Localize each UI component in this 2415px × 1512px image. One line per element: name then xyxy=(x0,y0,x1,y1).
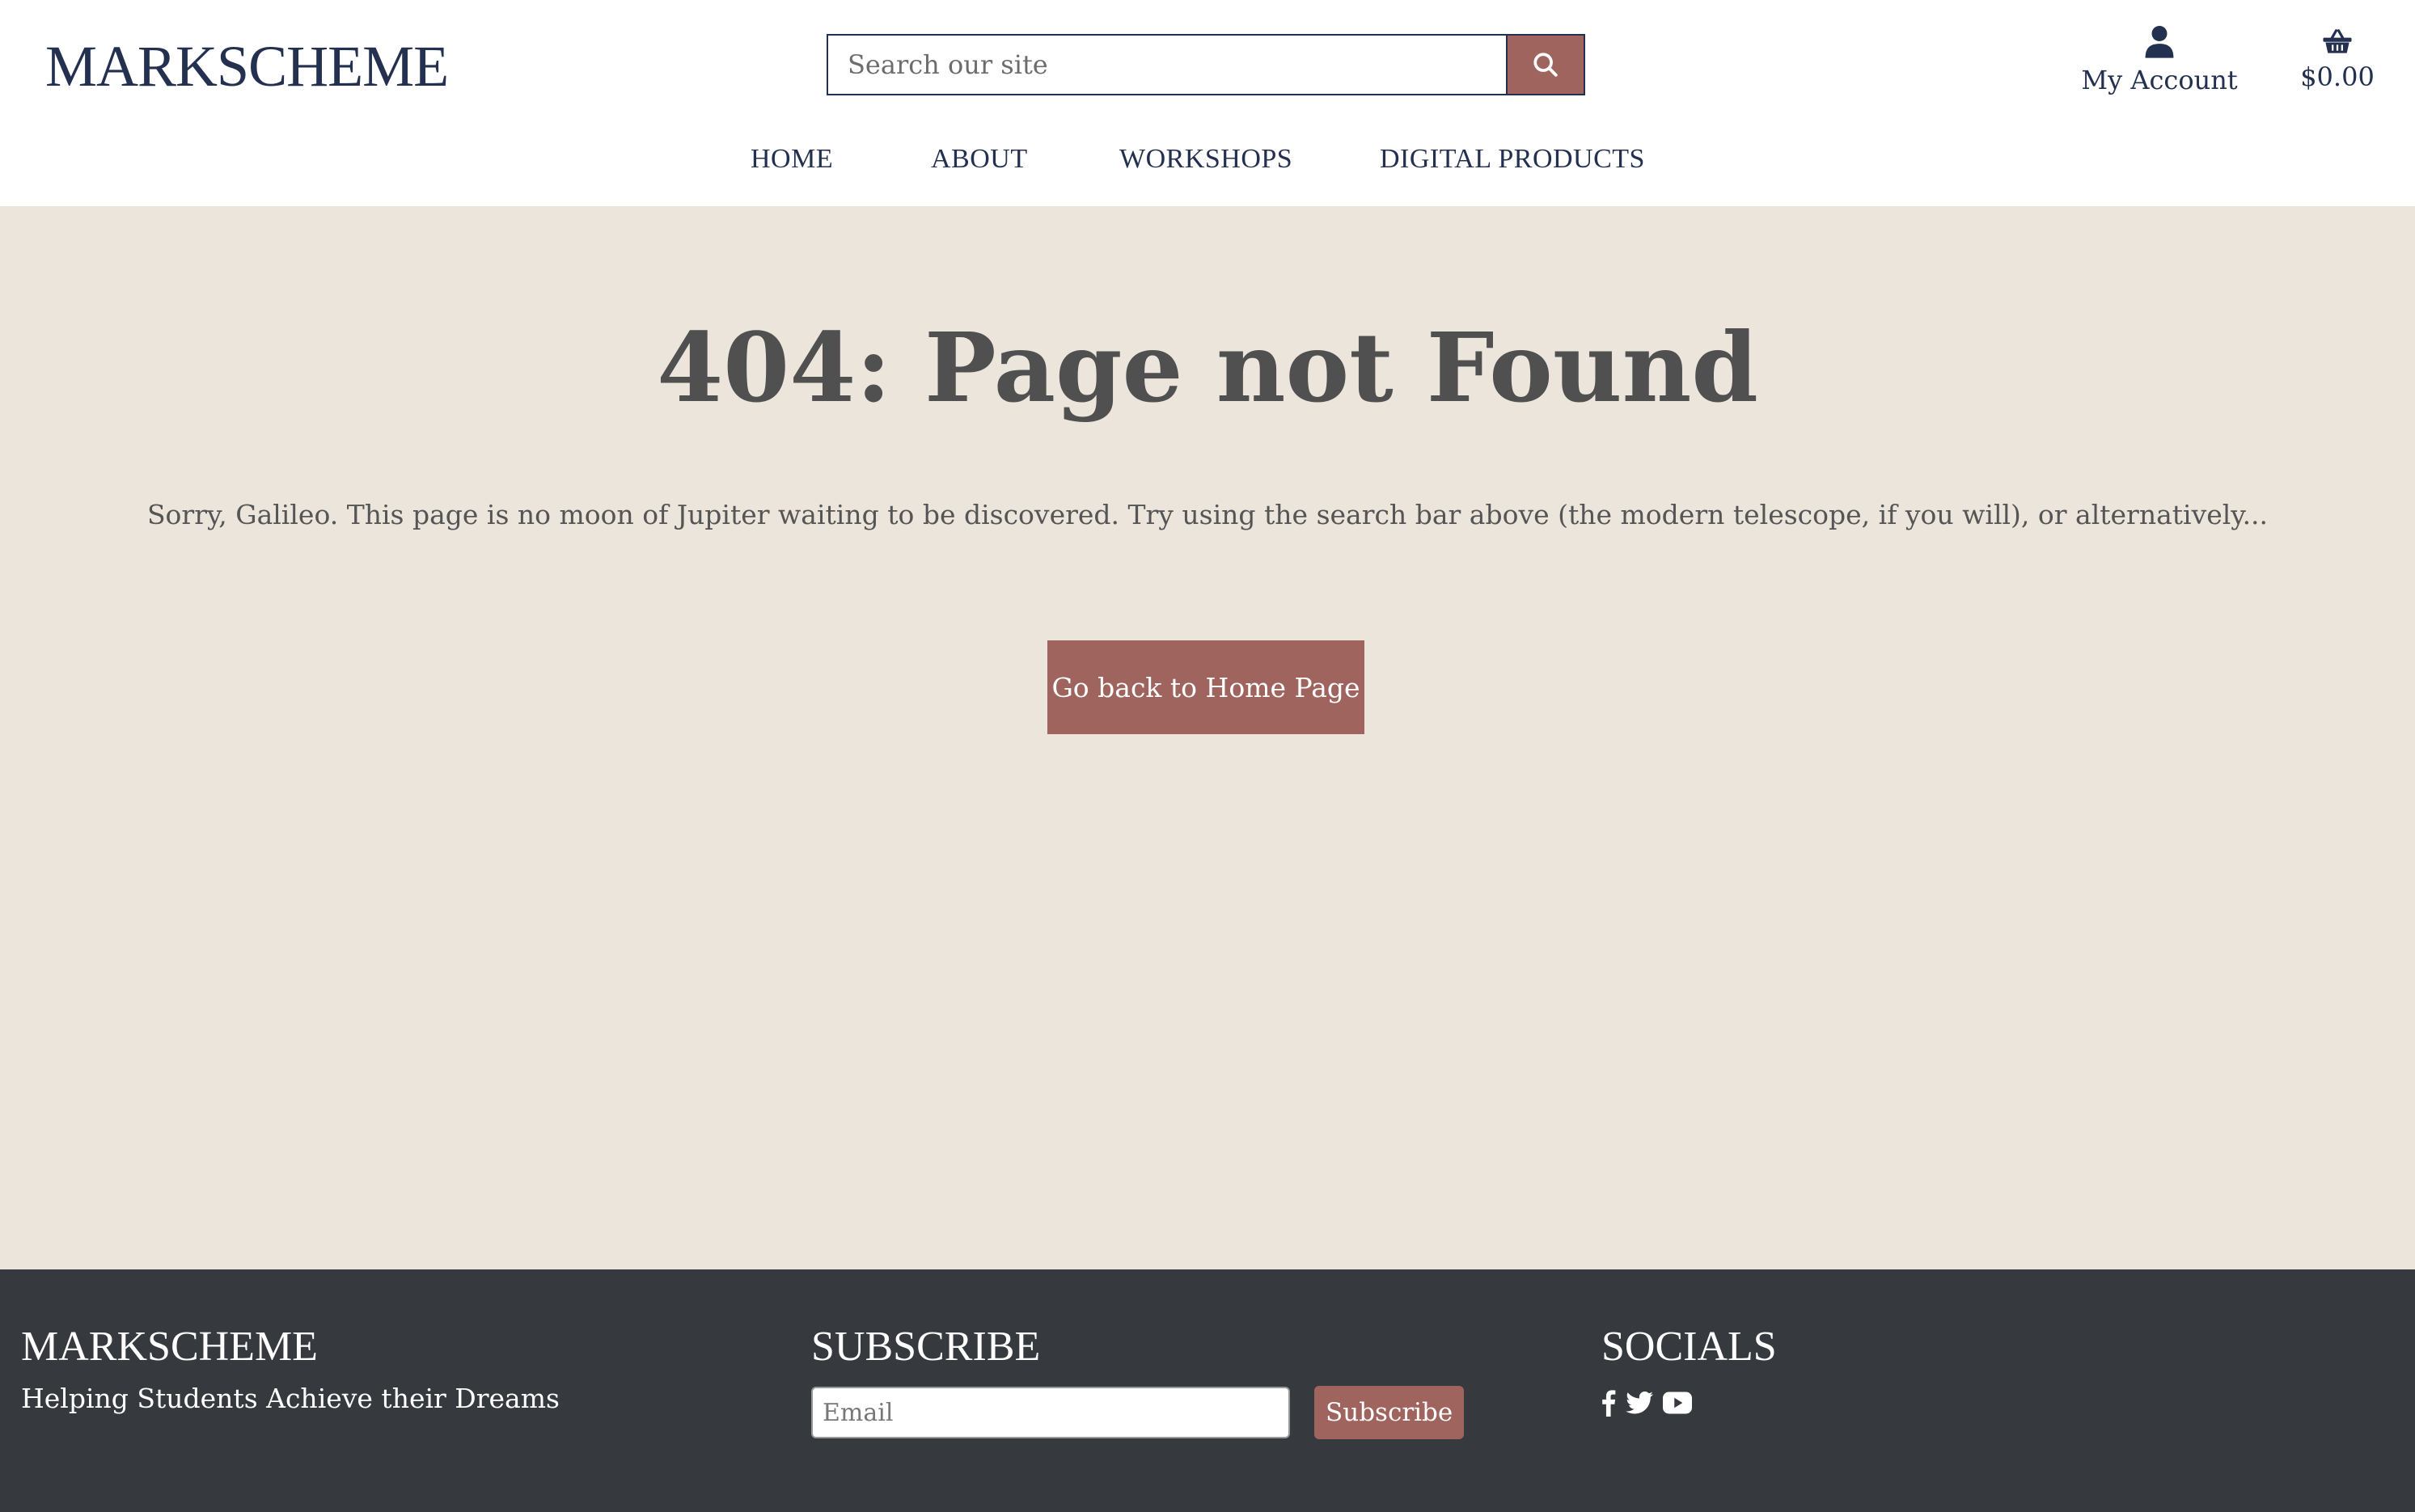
nav-workshops[interactable]: WORKSHOPS xyxy=(1119,144,1292,175)
subscribe-form: Subscribe xyxy=(811,1386,1465,1439)
social-links xyxy=(1601,1389,1777,1417)
nav-home[interactable]: HOME xyxy=(751,144,833,175)
search-icon xyxy=(1533,53,1558,77)
search-button[interactable] xyxy=(1506,34,1585,95)
error-message: Sorry, Galileo. This page is no moon of … xyxy=(146,499,2269,530)
footer-socials-section: SOCIALS xyxy=(1601,1323,1777,1417)
basket-icon xyxy=(2323,29,2352,53)
cart-total: $0.00 xyxy=(2300,61,2375,92)
search-input[interactable] xyxy=(827,34,1506,95)
search-form xyxy=(827,34,1585,95)
socials-heading: SOCIALS xyxy=(1601,1324,1777,1370)
site-header: MARKSCHEME My Account $0.00 HOME ABO xyxy=(0,0,2415,206)
my-account-link[interactable]: My Account xyxy=(2070,24,2248,95)
page-title: 404: Page not Found xyxy=(657,311,1758,424)
email-field[interactable] xyxy=(811,1387,1290,1438)
footer-subscribe-section: SUBSCRIBE Subscribe xyxy=(811,1323,1465,1439)
youtube-icon[interactable] xyxy=(1663,1392,1692,1414)
subscribe-heading: SUBSCRIBE xyxy=(811,1324,1041,1370)
site-logo[interactable]: MARKSCHEME xyxy=(45,32,449,100)
nav-digital-products[interactable]: DIGITAL PRODUCTS xyxy=(1380,144,1645,175)
subscribe-button[interactable]: Subscribe xyxy=(1314,1386,1465,1439)
footer-tagline: Helping Students Achieve their Dreams xyxy=(21,1383,560,1414)
footer-brand: MARKSCHEME xyxy=(21,1324,318,1370)
nav-about[interactable]: ABOUT xyxy=(931,144,1028,175)
user-icon xyxy=(2145,26,2174,58)
cart-link[interactable]: $0.00 xyxy=(2289,27,2386,92)
facebook-icon[interactable] xyxy=(1601,1389,1616,1417)
twitter-icon[interactable] xyxy=(1626,1391,1653,1415)
my-account-label: My Account xyxy=(2081,65,2238,95)
site-footer: MARKSCHEME Helping Students Achieve thei… xyxy=(0,1269,2415,1512)
home-page-button[interactable]: Go back to Home Page xyxy=(1047,640,1364,734)
main-content: 404: Page not Found Sorry, Galileo. This… xyxy=(0,206,2415,1269)
footer-brand-section: MARKSCHEME Helping Students Achieve thei… xyxy=(21,1323,560,1414)
